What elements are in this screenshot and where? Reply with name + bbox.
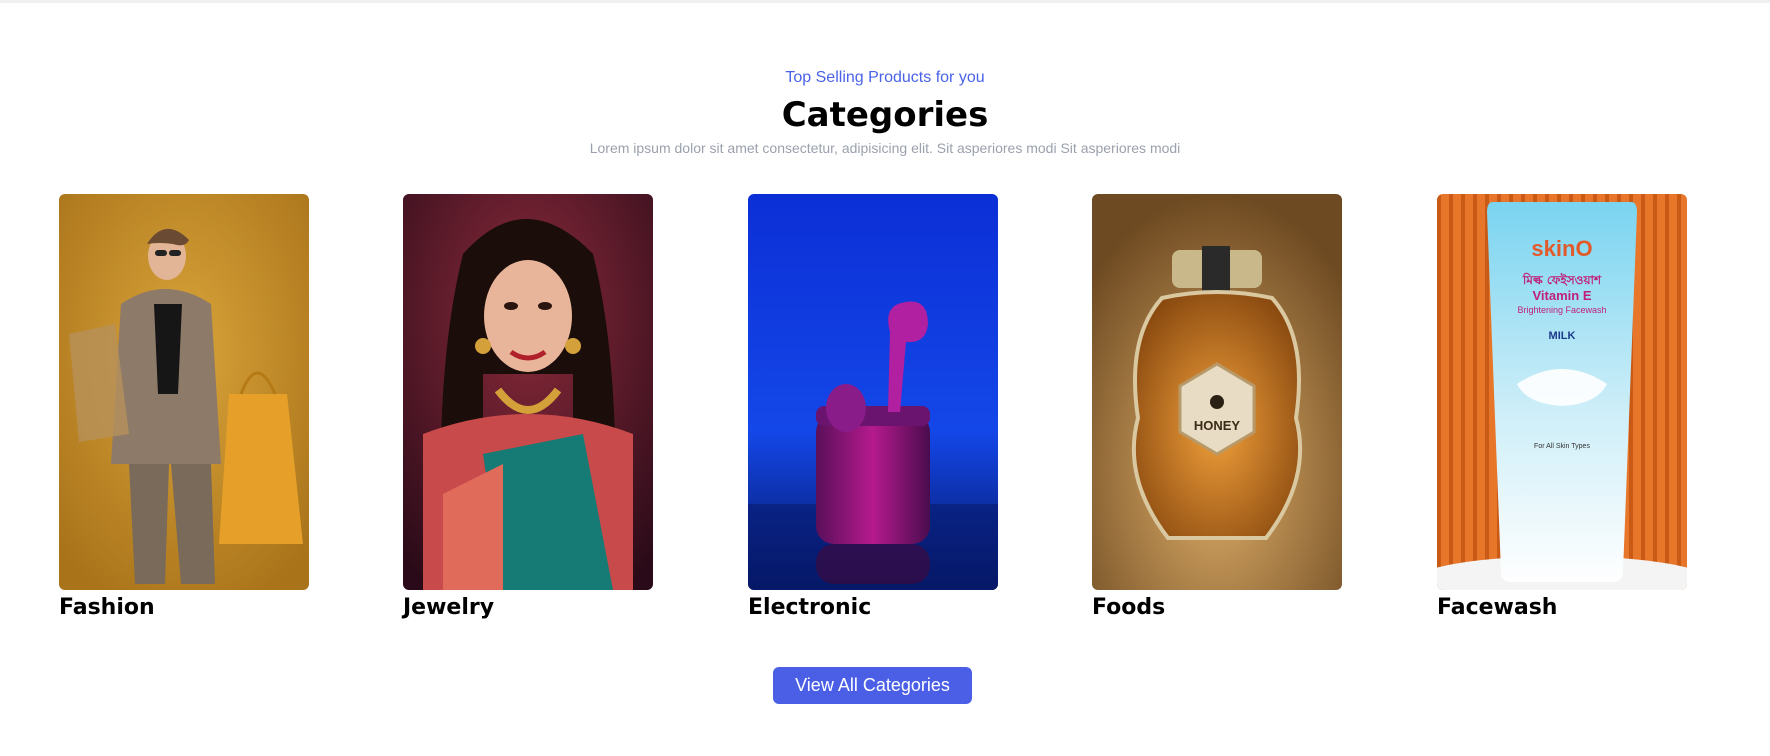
section-title: Categories (781, 95, 989, 135)
fashion-photo[interactable] (59, 194, 309, 590)
facewash-vitamin: Vitamin E (1532, 288, 1591, 303)
category-card-electronic[interactable]: Electronic (748, 194, 998, 622)
section-description: Lorem ipsum dolor sit amet consectetur, … (589, 140, 1181, 156)
category-label[interactable]: Fashion (59, 594, 309, 622)
jewelry-photo[interactable] (403, 194, 653, 590)
section-eyebrow: Top Selling Products for you (785, 69, 985, 86)
honey-label: HONEY (1194, 418, 1241, 433)
section-header: Top Selling Products for you Categories … (0, 68, 1770, 157)
facewash-skin: For All Skin Types (1534, 443, 1590, 450)
facewash-tagline: Brightening Facewash (1517, 305, 1606, 315)
facewash-bengali: মিল্ক ফেইসওয়াশ (1522, 272, 1602, 287)
category-label[interactable]: Facewash (1437, 594, 1687, 622)
facewash-tube-photo[interactable]: skinO মিল্ক ফেইসওয়াশ Vitamin E Brighten… (1437, 194, 1687, 590)
top-divider (0, 0, 1770, 3)
category-card-foods[interactable]: HONEY Foods (1092, 194, 1342, 622)
honey-jar-photo[interactable]: HONEY (1092, 194, 1342, 590)
category-label[interactable]: Foods (1092, 594, 1342, 622)
facewash-brand: skinO (1531, 236, 1592, 261)
earbuds-photo[interactable] (748, 194, 998, 590)
category-card-fashion[interactable]: Fashion (59, 194, 309, 622)
facewash-milk: MILK (1549, 330, 1576, 342)
category-card-jewelry[interactable]: Jewelry (403, 194, 653, 622)
category-label[interactable]: Jewelry (403, 594, 653, 622)
category-label[interactable]: Electronic (748, 594, 998, 622)
category-card-facewash[interactable]: skinO মিল্ক ফেইসওয়াশ Vitamin E Brighten… (1437, 194, 1687, 622)
view-all-categories-button[interactable]: View All Categories (773, 667, 972, 704)
